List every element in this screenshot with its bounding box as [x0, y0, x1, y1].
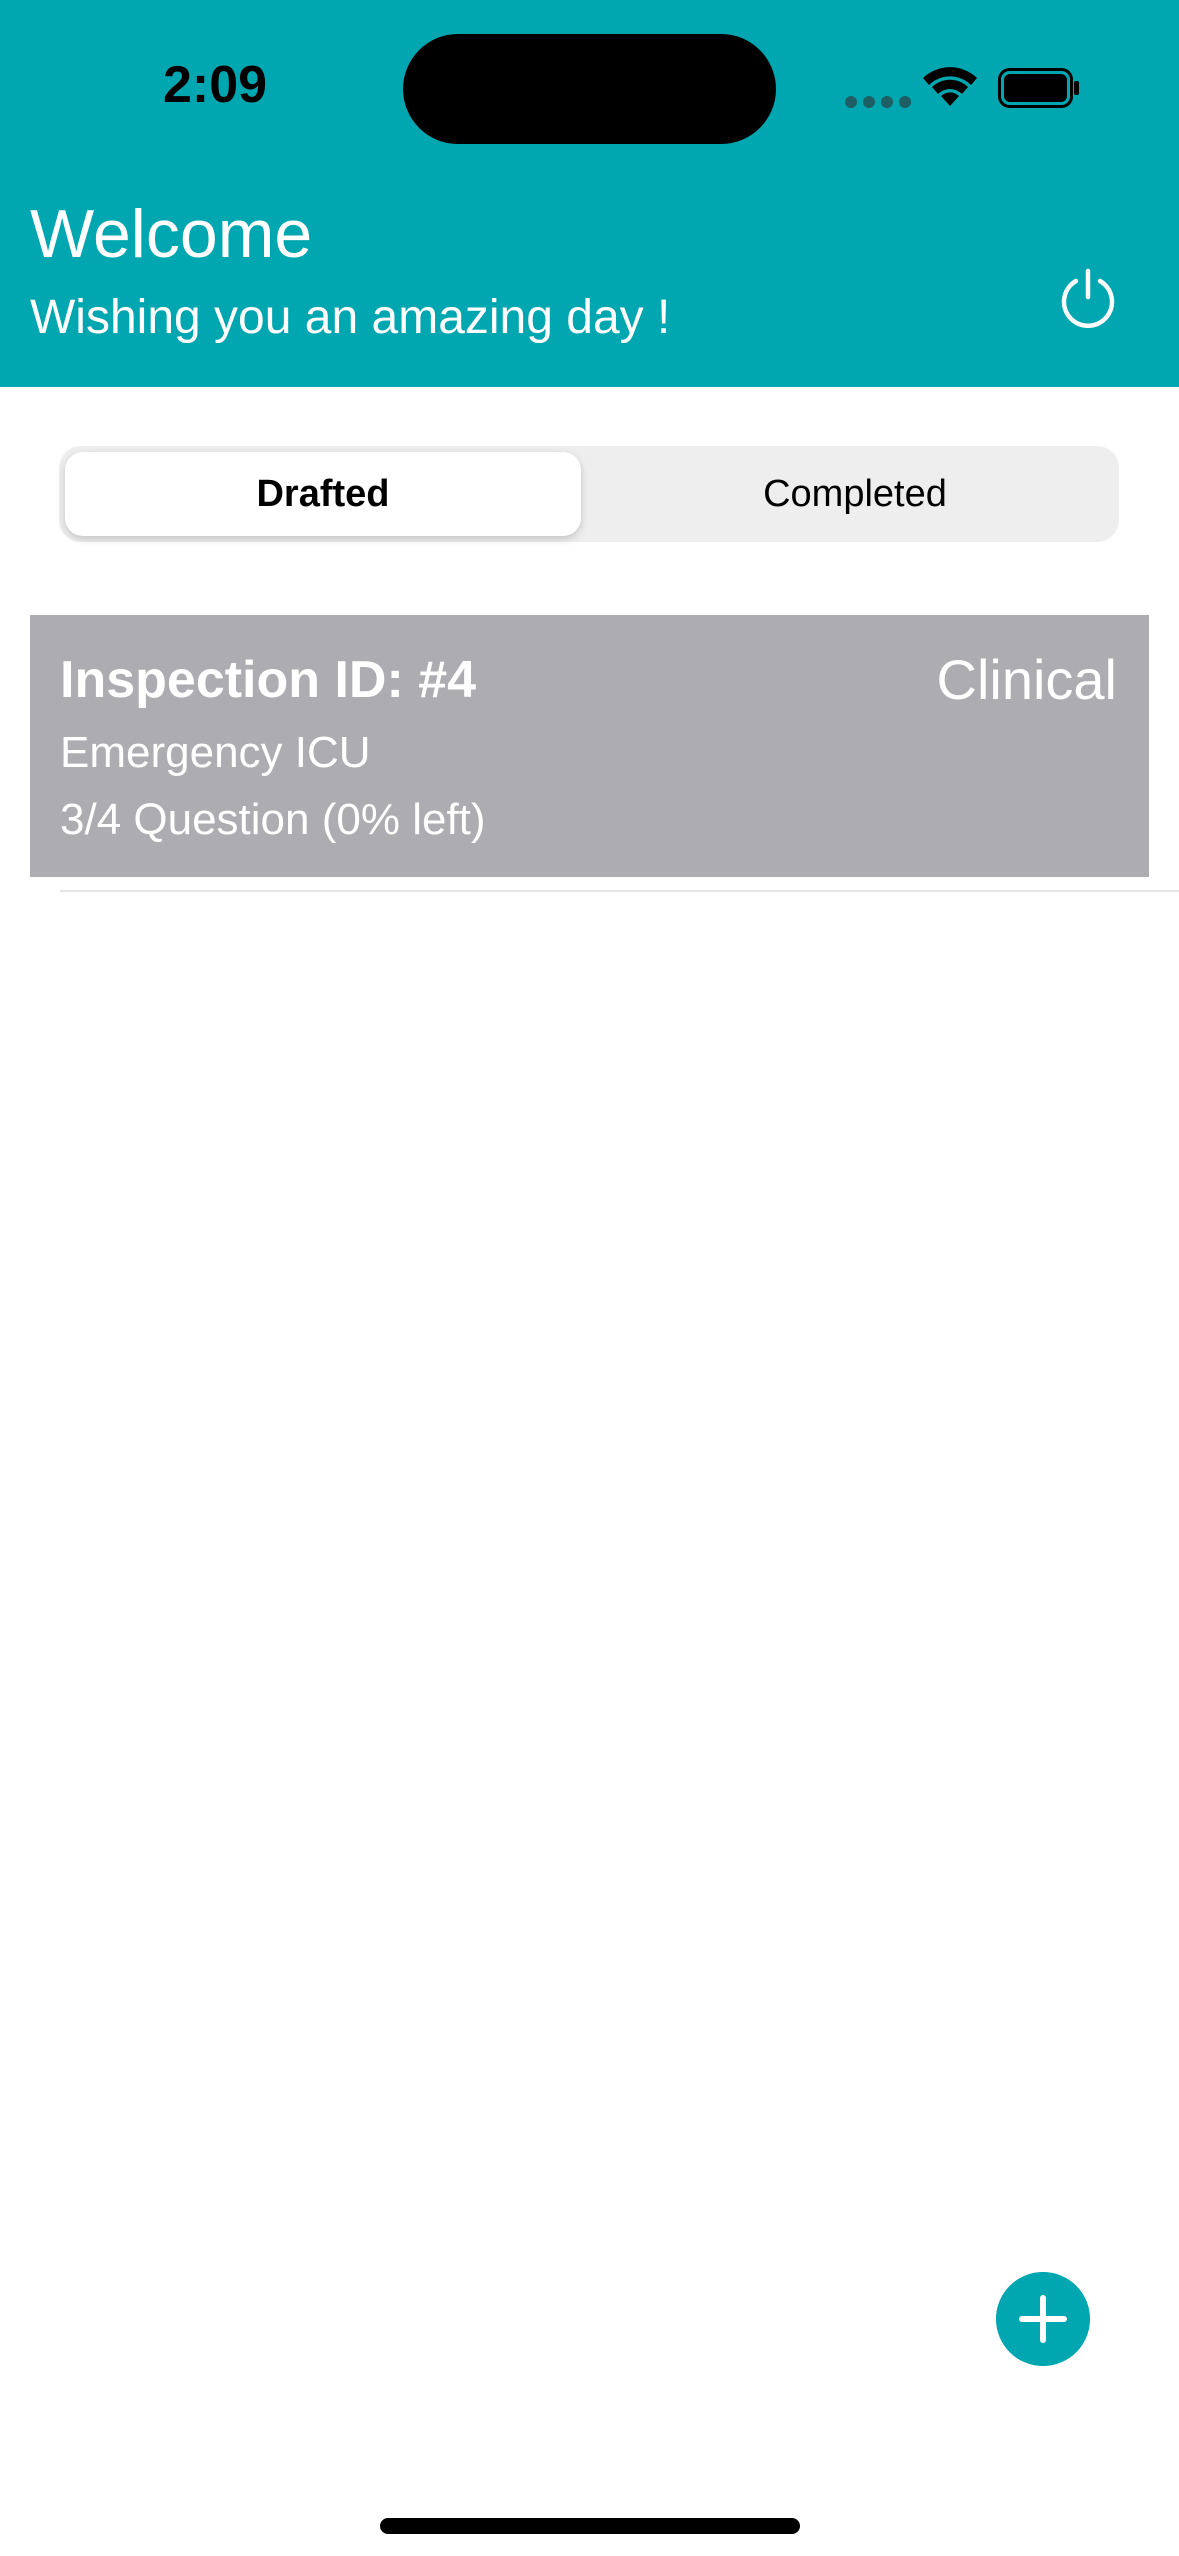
- list-divider: [60, 890, 1179, 892]
- header-bar: 2:09 Welcome Wishing you an amazing day …: [0, 0, 1179, 387]
- cellular-signal-icon: [845, 96, 911, 108]
- inspection-id: Inspection ID: #4: [60, 651, 477, 709]
- battery-full-icon: [998, 68, 1079, 108]
- inspection-progress: 3/4 Question (0% left): [60, 795, 486, 844]
- segment-completed[interactable]: Completed: [597, 452, 1113, 536]
- wifi-icon: [923, 67, 977, 106]
- page-title: Welcome: [30, 196, 313, 272]
- power-icon[interactable]: [1055, 267, 1121, 333]
- add-inspection-button[interactable]: [996, 2272, 1090, 2366]
- status-segmented-control: Drafted Completed: [59, 446, 1119, 542]
- home-indicator[interactable]: [380, 2518, 800, 2534]
- page-subtitle: Wishing you an amazing day !: [30, 291, 671, 344]
- status-time: 2:09: [162, 56, 268, 114]
- segment-drafted[interactable]: Drafted: [65, 452, 581, 536]
- inspection-department: Emergency ICU: [60, 728, 371, 777]
- inspection-type: Clinical: [936, 648, 1118, 711]
- inspection-card[interactable]: Inspection ID: #4 Clinical Emergency ICU…: [30, 615, 1149, 877]
- dynamic-island: [403, 34, 776, 144]
